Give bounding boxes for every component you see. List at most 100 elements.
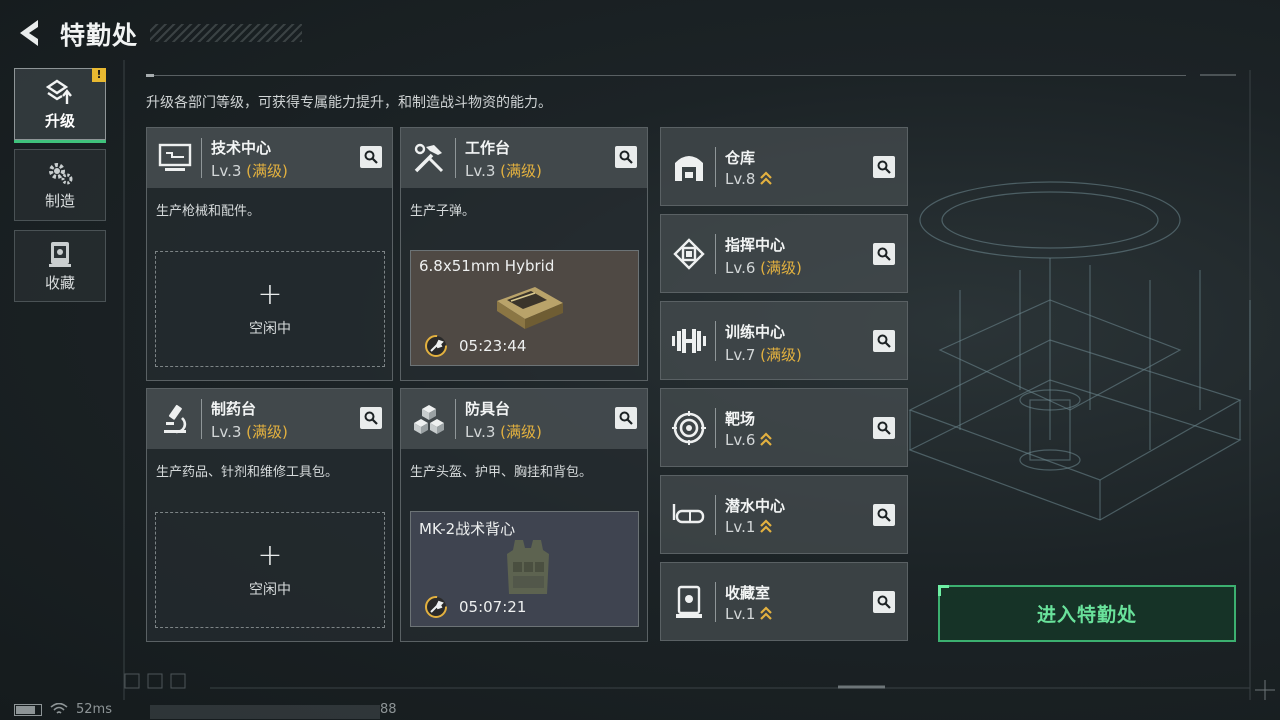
headquarters-illustration <box>908 181 1251 521</box>
add-icon: + <box>257 277 283 312</box>
upgrade-available-icon <box>760 432 773 446</box>
sidebar-tab-label: 制造 <box>44 191 75 210</box>
sidebar-tab-label: 收藏 <box>44 273 75 292</box>
search-button[interactable] <box>873 156 895 178</box>
production-slot[interactable]: MK-2战术背心 05:07:21 <box>410 511 639 627</box>
search-icon <box>619 411 633 425</box>
ping-value: 52ms <box>76 702 112 717</box>
search-button[interactable] <box>873 504 895 526</box>
room-level: Lv.1 <box>725 518 773 536</box>
card-level: Lv.3 (满级) <box>211 162 288 180</box>
room-level: Lv.1 <box>725 605 773 623</box>
card-armor-bench[interactable]: 防具台 Lv.3 (满级) 生产头盔、护甲、胸挂和背包。 MK-2战术背心 05… <box>400 388 648 642</box>
card-tech-center[interactable]: 技术中心 Lv.3 (满级) 生产枪械和配件。 + 空闲中 <box>146 127 393 381</box>
search-button[interactable] <box>615 407 637 429</box>
upgrade-available-icon <box>760 606 773 620</box>
search-button[interactable] <box>360 146 382 168</box>
room-training-center[interactable]: 训练中心 Lv.7 (满级) <box>660 301 908 380</box>
warehouse-icon <box>669 147 709 187</box>
room-level: Lv.6 (满级) <box>725 259 802 277</box>
idle-label: 空闲中 <box>249 321 291 337</box>
timer-wrench-icon <box>425 596 447 618</box>
warning-badge: ! <box>92 68 106 82</box>
card-description: 生产枪械和配件。 <box>156 204 261 219</box>
production-time: 05:07:21 <box>459 598 527 616</box>
card-description: 生产头盔、护甲、胸挂和背包。 <box>410 465 593 480</box>
room-warehouse[interactable]: 仓库 Lv.8 <box>660 127 908 206</box>
sidebar-tab-collection[interactable]: 收藏 <box>14 230 106 302</box>
search-icon <box>877 421 891 435</box>
search-button[interactable] <box>615 146 637 168</box>
search-icon <box>877 160 891 174</box>
search-icon <box>877 334 891 348</box>
room-collection-room[interactable]: 收藏室 Lv.1 <box>660 562 908 641</box>
search-button[interactable] <box>873 417 895 439</box>
idle-label: 空闲中 <box>249 582 291 598</box>
room-title: 收藏室 <box>725 584 771 602</box>
chip-icon <box>669 234 709 274</box>
search-icon <box>364 411 378 425</box>
card-level: Lv.3 (满级) <box>465 423 542 441</box>
upgrade-available-icon <box>760 171 773 185</box>
sidebar-tab-label: 升级 <box>44 111 75 130</box>
room-level: Lv.7 (满级) <box>725 346 802 364</box>
production-time: 05:23:44 <box>459 337 527 355</box>
sidebar-tab-craft[interactable]: 制造 <box>14 149 106 221</box>
battery-icon <box>14 703 42 716</box>
gear-icon <box>49 162 73 184</box>
search-button[interactable] <box>873 330 895 352</box>
card-pharmacy[interactable]: 制药台 Lv.3 (满级) 生产药品、针剂和维修工具包。 + 空闲中 <box>146 388 393 642</box>
production-slot[interactable]: 6.8x51mm Hybrid 05:23:44 <box>410 250 639 366</box>
max-level-tag: (满级) <box>500 162 542 180</box>
max-level-tag: (满级) <box>246 423 288 441</box>
room-diving-center[interactable]: 潜水中心 Lv.1 <box>660 475 908 554</box>
max-level-tag: (满级) <box>760 346 802 364</box>
idle-production-slot[interactable]: + 空闲中 <box>155 251 385 367</box>
search-icon <box>364 150 378 164</box>
tactical-vest-image <box>507 540 549 594</box>
room-title: 训练中心 <box>725 323 786 341</box>
card-title: 制药台 <box>211 400 257 418</box>
search-button[interactable] <box>873 243 895 265</box>
search-icon <box>877 595 891 609</box>
card-title: 工作台 <box>465 139 511 157</box>
room-command-center[interactable]: 指挥中心 Lv.6 (满级) <box>660 214 908 293</box>
tools-icon <box>409 138 449 178</box>
page-title: 特勤处 <box>60 21 139 50</box>
production-item-name: 6.8x51mm Hybrid <box>419 257 555 275</box>
max-level-tag: (满级) <box>500 423 542 441</box>
display-case-icon <box>669 582 709 622</box>
room-title: 指挥中心 <box>725 236 786 254</box>
cubes-icon <box>409 399 449 439</box>
card-level: Lv.3 (满级) <box>465 162 542 180</box>
upgrade-available-icon <box>760 519 773 533</box>
status-bar: 52ms <box>14 702 112 717</box>
search-icon <box>619 150 633 164</box>
search-button[interactable] <box>873 591 895 613</box>
card-workbench[interactable]: 工作台 Lv.3 (满级) 生产子弹。 6.8x51mm Hybrid 05:2… <box>400 127 648 381</box>
card-description: 生产子弹。 <box>410 204 476 219</box>
timer-wrench-icon <box>425 335 447 357</box>
add-icon: + <box>257 538 283 573</box>
page-description: 升级各部门等级，可获得专属能力提升，和制造战斗物资的能力。 <box>146 95 552 111</box>
sidebar-tab-upgrade[interactable]: ! 升级 <box>14 68 106 143</box>
search-icon <box>877 508 891 522</box>
wifi-icon <box>50 703 68 714</box>
card-description: 生产药品、针剂和维修工具包。 <box>156 465 339 480</box>
computer-icon <box>155 138 195 178</box>
max-level-tag: (满级) <box>246 162 288 180</box>
diving-mask-icon <box>669 495 709 535</box>
room-title: 潜水中心 <box>725 497 786 515</box>
room-shooting-range[interactable]: 靶场 Lv.6 <box>660 388 908 467</box>
ammo-box-image <box>497 287 563 329</box>
room-title: 仓库 <box>725 149 756 167</box>
enter-special-ops-button[interactable]: 进入特勤处 <box>938 585 1236 642</box>
room-level: Lv.8 <box>725 170 773 188</box>
status-number: 88 <box>380 702 397 717</box>
back-button[interactable] <box>14 16 46 50</box>
target-icon <box>669 408 709 448</box>
obscured-id <box>150 705 380 719</box>
idle-production-slot[interactable]: + 空闲中 <box>155 512 385 628</box>
dumbbell-icon <box>669 321 709 361</box>
search-button[interactable] <box>360 407 382 429</box>
